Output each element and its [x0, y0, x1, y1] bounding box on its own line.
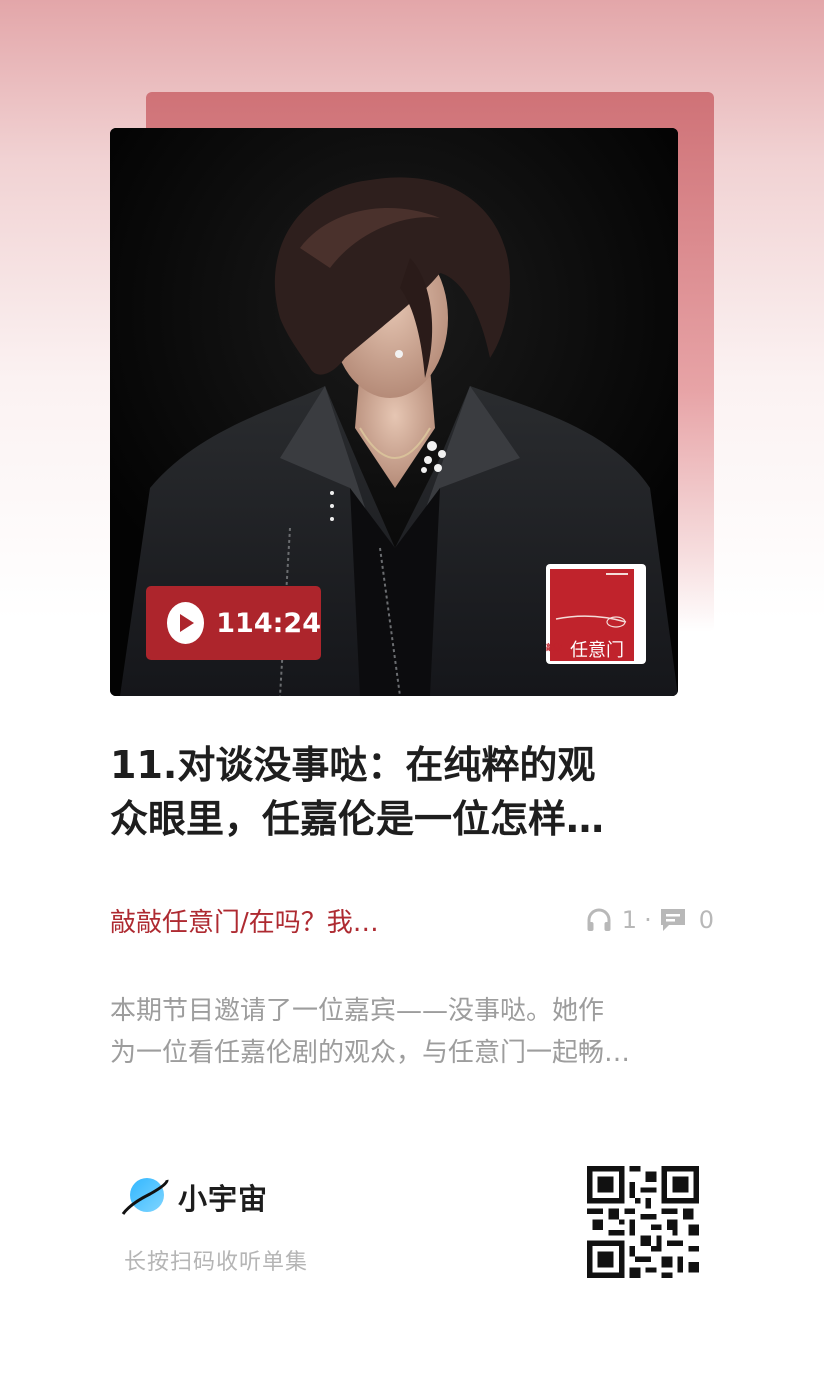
- episode-title-line-2: 众眼里，任嘉伦是一位怎样…: [110, 797, 605, 841]
- episode-title-line-1: 11.对谈没事哒：在纯粹的观: [110, 743, 596, 787]
- headphones-icon: [586, 908, 612, 932]
- episode-description: 本期节目邀请了一位嘉宾——没事哒。她作 为一位看任嘉伦剧的观众，与任意门一起畅…: [110, 990, 714, 1074]
- episode-description-line-2: 为一位看任嘉伦剧的观众，与任意门一起畅…: [110, 1038, 631, 1068]
- thumbnail-title-text: 任意门: [570, 640, 624, 661]
- podcast-name-link[interactable]: 敲敲任意门/在吗？我…: [110, 902, 379, 939]
- episode-duration: 114:24: [216, 607, 321, 639]
- play-count: 1: [621, 906, 638, 934]
- episode-stats: 1 · 0: [586, 906, 714, 934]
- comment-icon: [659, 907, 687, 933]
- play-button[interactable]: 114:24: [146, 586, 321, 660]
- stats-separator: ·: [644, 906, 652, 934]
- planet-logo-icon: [120, 1174, 170, 1220]
- podcast-thumbnail: 敲敲 任意门: [546, 564, 646, 664]
- scan-hint: 长按扫码收听单集: [124, 1250, 309, 1275]
- episode-title: 11.对谈没事哒：在纯粹的观 众眼里，任嘉伦是一位怎样…: [110, 738, 710, 846]
- app-logo: 小宇宙: [120, 1174, 268, 1220]
- play-icon: [167, 602, 205, 644]
- qr-code[interactable]: [587, 1166, 699, 1278]
- comment-count: 0: [698, 906, 714, 934]
- episode-description-line-1: 本期节目邀请了一位嘉宾——没事哒。她作: [110, 996, 605, 1026]
- brand-name: 小宇宙: [178, 1182, 269, 1216]
- thumbnail-small-text: 敲敲: [546, 642, 563, 652]
- episode-cover[interactable]: 114:24 敲敲 任意门: [110, 128, 678, 696]
